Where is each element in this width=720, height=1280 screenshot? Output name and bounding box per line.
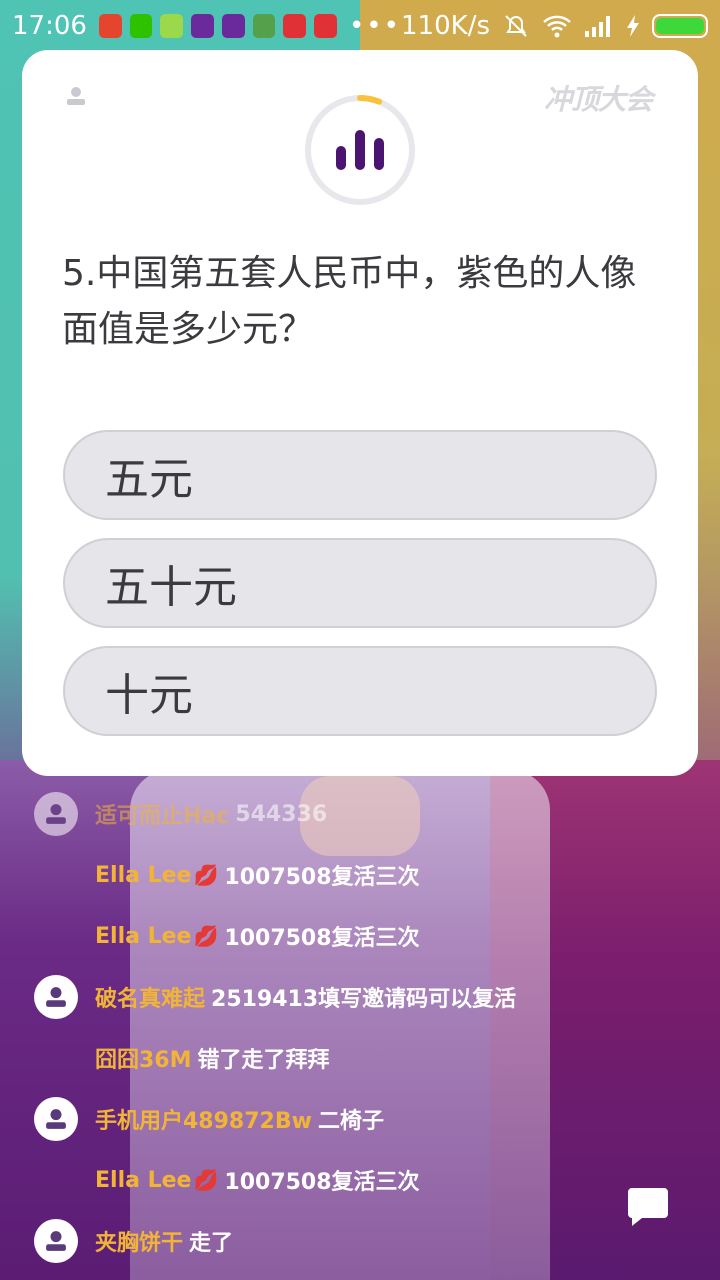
battery-fill — [656, 18, 704, 34]
chongding-icon — [191, 14, 214, 38]
comment-item: 手机用户489872Bw 二椅子 — [34, 1097, 384, 1141]
avatar[interactable] — [34, 792, 78, 836]
comment-item: 夹胸饼干 走了 — [34, 1219, 233, 1263]
answer-option-label: 十元 — [105, 670, 193, 721]
comment-text: 错了走了拜拜 — [197, 1048, 330, 1073]
user-icon — [46, 1109, 66, 1129]
question-card: 冲顶大会 5.中国第五套人民币中，紫色的人像面值是多少元？ 五元 五十元 十元 — [22, 50, 698, 776]
comment-username: 夹胸饼干 — [95, 1231, 184, 1256]
comment-username: 破名真难起 — [95, 987, 206, 1012]
comment-text: 走了 — [189, 1231, 234, 1256]
charging-icon — [627, 15, 639, 37]
kiss-icon: 💋 — [193, 862, 219, 887]
comment-item: Ella Lee 💋 1007508复活三次 — [34, 1158, 420, 1202]
chat-bubble-icon[interactable] — [626, 1186, 670, 1228]
comment-username: Ella Lee 💋 — [95, 862, 219, 888]
status-bar: 17:06 ••• 110K/s — [0, 0, 720, 52]
comment-item: Ella Lee 💋 1007508复活三次 — [34, 914, 420, 958]
countdown-timer — [305, 95, 415, 205]
comment-item: 适可而止Hac 544336 — [34, 792, 327, 836]
answer-option-label: 五十元 — [105, 562, 237, 613]
comment-item: 破名真难起 2519413填写邀请码可以复活 — [34, 975, 516, 1019]
video-icon — [314, 14, 337, 38]
answer-option-label: 五元 — [105, 454, 193, 505]
kiss-icon: 💋 — [193, 1167, 219, 1192]
user-icon — [46, 987, 66, 1007]
comment-text: 二椅子 — [317, 1109, 384, 1134]
comment-username: 囧囧36M — [95, 1048, 192, 1073]
wifi-icon — [543, 15, 571, 38]
avatar[interactable] — [34, 1219, 78, 1263]
android-icon — [252, 14, 276, 38]
sim-icon — [160, 14, 184, 38]
kiss-icon: 💋 — [193, 923, 219, 948]
comment-username: 适可而止Hac — [95, 804, 230, 829]
status-time: 17:06 — [12, 11, 87, 41]
user-icon[interactable] — [66, 86, 86, 106]
comment-username: Ella Lee 💋 — [95, 923, 219, 949]
answer-option-1[interactable]: 五元 — [63, 430, 657, 520]
network-speed: 110K/s — [401, 11, 490, 41]
avatar[interactable] — [34, 1097, 78, 1141]
video-icon — [283, 14, 307, 38]
answer-option-2[interactable]: 五十元 — [63, 538, 657, 628]
comment-text: 544336 — [235, 801, 328, 827]
question-text: 5.中国第五套人民币中，紫色的人像面值是多少元？ — [62, 253, 637, 350]
comment-item: 囧囧36M 错了走了拜拜 — [34, 1036, 330, 1080]
app-logo: 冲顶大会 — [543, 83, 653, 116]
signal-icon — [585, 16, 610, 37]
battery-icon — [652, 14, 708, 38]
wechat-icon — [129, 14, 153, 38]
silent-icon — [505, 15, 527, 37]
comment-username: Ella Lee 💋 — [95, 1167, 219, 1193]
comment-text: 1007508复活三次 — [224, 865, 420, 890]
comment-username: 手机用户489872Bw — [95, 1109, 312, 1134]
comment-text: 1007508复活三次 — [224, 926, 420, 951]
more-notifications: ••• — [348, 11, 401, 41]
avatar[interactable] — [34, 975, 78, 1019]
comment-item: Ella Lee 💋 1007508复活三次 — [34, 853, 420, 897]
comment-text: 1007508复活三次 — [224, 1170, 420, 1195]
user-icon — [46, 1231, 66, 1251]
weibo-icon — [98, 14, 122, 38]
chongding-icon — [221, 14, 245, 38]
comment-text: 2519413填写邀请码可以复活 — [211, 987, 517, 1012]
user-icon — [46, 804, 66, 824]
answer-option-3[interactable]: 十元 — [63, 646, 657, 736]
